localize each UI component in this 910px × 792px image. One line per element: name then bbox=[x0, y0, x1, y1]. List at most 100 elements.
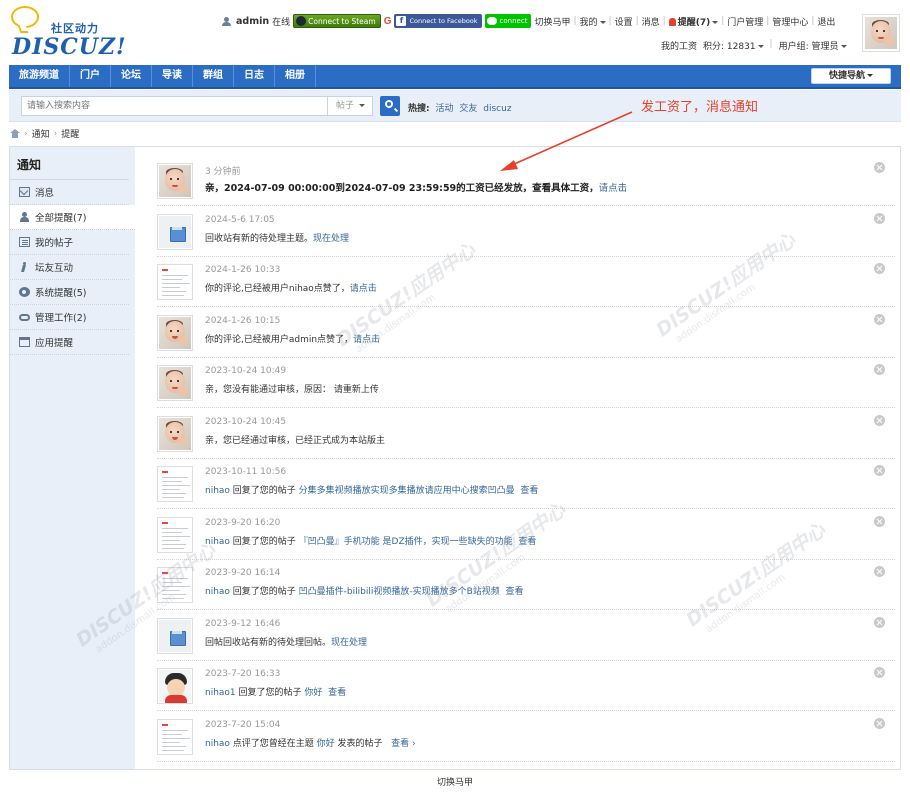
messages-link[interactable]: 消息 bbox=[642, 15, 660, 28]
sidebar-item-my-posts[interactable]: 我的帖子 bbox=[10, 230, 129, 255]
notice-avatar[interactable] bbox=[157, 668, 193, 704]
notice-user-link[interactable]: nihao bbox=[205, 537, 230, 547]
notice-avatar[interactable] bbox=[157, 415, 193, 452]
notice-avatar[interactable] bbox=[157, 718, 193, 755]
notice-avatar[interactable] bbox=[157, 213, 193, 250]
hot-term-link[interactable]: 交友 bbox=[459, 104, 477, 114]
notice-user-link[interactable]: nihao bbox=[205, 587, 230, 597]
notice-avatar[interactable] bbox=[157, 567, 193, 603]
notice-topic-link[interactable]: 你好 bbox=[304, 688, 322, 698]
notice-message: 亲，您没有能通过审核，原因： 请重新上传 bbox=[205, 382, 379, 395]
portal-admin-link[interactable]: 门户管理 bbox=[727, 15, 763, 28]
logout-link[interactable]: 退出 bbox=[817, 15, 835, 28]
notice-message: 你的评论,已经被用户nihao点赞了，请点击 bbox=[205, 281, 377, 294]
sidebar-item-management[interactable]: 管理工作(2) bbox=[10, 305, 129, 330]
notice-message: nihao 点评了您曾经在主题 你好 发表的帖子 查看 › bbox=[205, 736, 416, 749]
link-icon bbox=[19, 313, 30, 321]
reminders-link[interactable]: 提醒(7) bbox=[668, 15, 719, 28]
home-icon[interactable] bbox=[10, 129, 20, 138]
notice-action-link[interactable]: 现在处理 bbox=[313, 234, 349, 244]
notice-action-link[interactable]: 查看 bbox=[520, 486, 538, 496]
nav-item-guide[interactable]: 导读 bbox=[152, 65, 193, 87]
breadcrumb: › 通知 › 提醒 bbox=[10, 127, 79, 140]
notice-action-link[interactable]: 查看 › bbox=[391, 739, 415, 749]
search-type-select[interactable]: 帖子 bbox=[327, 96, 373, 116]
notice-item: 2023-10-24 10:49 亲，您没有能通过审核，原因： 请重新上传 bbox=[157, 357, 895, 408]
credits-menu[interactable]: 积分: 12831 bbox=[703, 39, 764, 52]
search-input[interactable] bbox=[21, 96, 327, 116]
hot-term-link[interactable]: 活动 bbox=[435, 104, 453, 114]
username-link[interactable]: admin bbox=[236, 16, 269, 27]
my-salary-link[interactable]: 我的工资 bbox=[661, 39, 697, 52]
breadcrumb-notice[interactable]: 通知 bbox=[32, 127, 50, 140]
notice-topic-link[interactable]: 你好 bbox=[317, 739, 335, 749]
switch-account-link[interactable]: 切换马甲 bbox=[534, 15, 570, 28]
connect-steam-button[interactable]: Connect to Steam bbox=[293, 14, 381, 28]
close-icon[interactable] bbox=[874, 364, 885, 375]
close-icon[interactable] bbox=[874, 465, 885, 476]
notice-action-link[interactable]: 查看 bbox=[328, 688, 346, 698]
close-icon[interactable] bbox=[874, 566, 885, 577]
close-icon[interactable] bbox=[874, 717, 885, 729]
close-icon[interactable] bbox=[874, 616, 885, 628]
notice-action-link[interactable]: 请点击 bbox=[353, 335, 380, 345]
footer-switch-account[interactable]: 切换马甲 bbox=[0, 775, 910, 788]
close-icon[interactable] bbox=[874, 515, 885, 527]
connect-line-button[interactable]: connect bbox=[484, 14, 532, 28]
close-icon[interactable] bbox=[874, 212, 885, 224]
notice-avatar[interactable] bbox=[157, 264, 193, 300]
search-button[interactable] bbox=[380, 96, 400, 116]
person-icon bbox=[19, 212, 30, 222]
nav-item-album[interactable]: 相册 bbox=[275, 65, 316, 87]
notice-action-link[interactable]: 请点击 bbox=[599, 183, 628, 194]
notice-item: 2023-10-24 10:45 亲，您已经通过审核，已经正式成为本站版主 bbox=[157, 408, 895, 459]
notice-topic-link[interactable]: 分集多集视频播放实现多集播放请应用中心搜索凹凸曼 bbox=[299, 486, 515, 496]
notice-time: 2023-7-20 16:33 bbox=[205, 669, 281, 679]
quick-nav-button[interactable]: 快捷导航 bbox=[811, 68, 891, 84]
nav-item-forum[interactable]: 论坛 bbox=[111, 65, 152, 87]
notice-message: 回收站有新的待处理主题。现在处理 bbox=[205, 231, 349, 244]
notice-action-link[interactable]: 查看 bbox=[506, 587, 524, 597]
notice-avatar[interactable] bbox=[157, 365, 193, 401]
notice-avatar[interactable] bbox=[157, 466, 193, 502]
sidebar-item-system[interactable]: 系统提醒(5) bbox=[10, 280, 129, 305]
nav-item-groups[interactable]: 群组 bbox=[193, 65, 234, 87]
notice-action-link[interactable]: 现在处理 bbox=[331, 638, 367, 648]
nav-item-travel[interactable]: 旅游频道 bbox=[9, 65, 70, 87]
nav-item-portal[interactable]: 门户 bbox=[70, 65, 111, 87]
usergroup-menu[interactable]: 用户组: 管理员 bbox=[779, 39, 847, 52]
annotation-text: 发工资了，消息通知 bbox=[641, 100, 759, 115]
chevron-down-icon bbox=[358, 104, 365, 107]
notice-avatar[interactable] bbox=[157, 516, 193, 553]
sidebar-item-apps[interactable]: 应用提醒 bbox=[10, 330, 129, 355]
admin-center-link[interactable]: 管理中心 bbox=[772, 15, 808, 28]
notice-avatar[interactable] bbox=[157, 617, 193, 654]
sidebar-item-interaction[interactable]: 坛友互动 bbox=[10, 255, 129, 280]
notice-action-link[interactable]: 请点击 bbox=[350, 284, 377, 294]
close-icon[interactable] bbox=[874, 162, 885, 173]
notice-user-link[interactable]: nihao1 bbox=[205, 688, 236, 698]
notice-user-link[interactable]: nihao bbox=[205, 739, 230, 749]
settings-link[interactable]: 设置 bbox=[615, 15, 633, 28]
notice-avatar[interactable] bbox=[157, 163, 193, 199]
notice-time: 2023-10-11 10:56 bbox=[205, 467, 287, 477]
google-icon[interactable]: G bbox=[384, 16, 392, 27]
my-menu-link[interactable]: 我的 bbox=[580, 15, 606, 28]
sidebar-item-messages[interactable]: 消息 bbox=[10, 180, 129, 205]
close-icon[interactable] bbox=[874, 667, 885, 678]
notice-avatar[interactable] bbox=[157, 314, 193, 351]
close-icon[interactable] bbox=[874, 414, 885, 426]
nav-item-blog[interactable]: 日志 bbox=[234, 65, 275, 87]
logo[interactable]: 社区动力 DISCUZ! bbox=[9, 6, 126, 60]
avatar[interactable] bbox=[862, 14, 900, 52]
connect-facebook-button[interactable]: f Connect to Facebook bbox=[394, 14, 482, 28]
notice-user-link[interactable]: nihao bbox=[205, 486, 230, 496]
sidebar-item-all-reminders[interactable]: 全部提醒(7) bbox=[10, 205, 135, 230]
chevron-down-icon bbox=[840, 45, 847, 48]
hot-term-link[interactable]: discuz bbox=[483, 104, 511, 114]
notice-topic-link[interactable]: 凹凸曼插件-bilibili视频播放-实现播放多个B站视频 bbox=[299, 587, 500, 597]
close-icon[interactable] bbox=[874, 313, 885, 325]
close-icon[interactable] bbox=[874, 263, 885, 274]
notice-topic-link[interactable]: 『凹凸曼』手机功能 是DZ插件，实现一些缺失的功能 bbox=[299, 537, 513, 547]
notice-action-link[interactable]: 查看 bbox=[518, 537, 536, 547]
